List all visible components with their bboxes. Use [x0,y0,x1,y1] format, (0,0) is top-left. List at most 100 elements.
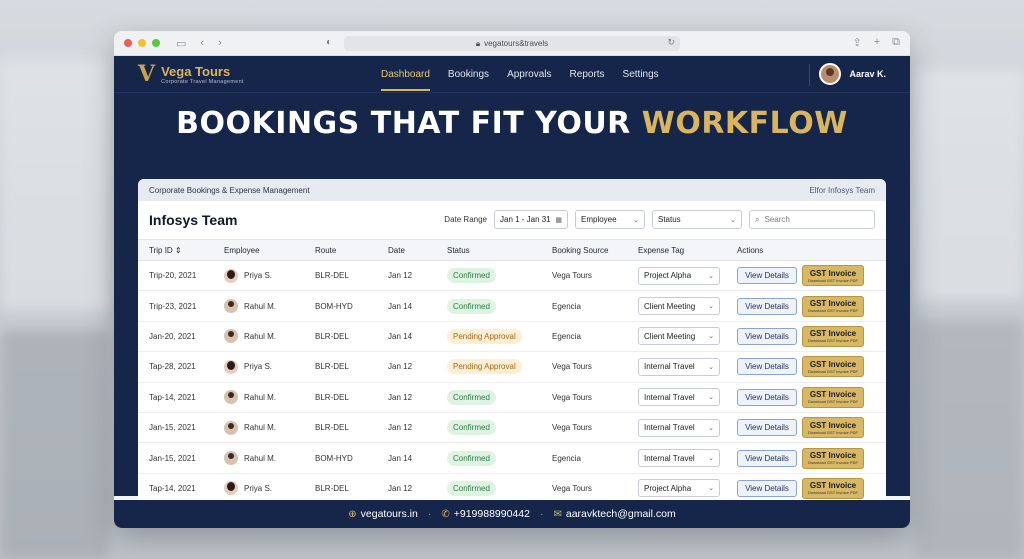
expense-tag-cell: Client Meeting ⌄ [638,321,737,353]
minimize-window-button[interactable] [138,39,146,47]
logo-v-icon: V [138,61,156,87]
expense-tag-select[interactable]: Internal Travel ⌄ [638,449,720,468]
gst-invoice-label: GST Invoice [809,481,857,491]
close-window-button[interactable] [124,39,132,47]
nav-settings[interactable]: Settings [614,56,668,93]
employee-name: Priya S. [244,362,273,372]
chevron-down-icon: ⌄ [708,424,714,432]
nav-bookings[interactable]: Bookings [439,56,498,93]
brand-logo[interactable]: V Vega Tours Corporate Travel Management [138,63,358,85]
gst-invoice-button[interactable]: GST Invoice Download GST Invoice PDF [802,356,864,378]
employee-avatar [224,329,238,344]
team-title: Infosys Team [149,212,238,228]
gst-invoice-button[interactable]: GST Invoice Download GST Invoice PDF [802,325,864,347]
nav-links: Dashboard Bookings Approvals Reports Set… [372,56,668,93]
gst-invoice-button[interactable]: GST Invoice Download GST Invoice PDF [802,386,864,408]
route: BLR-DEL [315,351,388,383]
tabs-overview-icon[interactable]: ⧉ [892,36,900,49]
search-icon: ⌕ [755,214,760,224]
route: BLR-DEL [315,321,388,353]
sidebar-toggle-icon[interactable]: ▭ [176,37,186,50]
expense-tag-select[interactable]: Internal Travel ⌄ [638,388,720,407]
nav-reports[interactable]: Reports [561,56,614,93]
gst-invoice-button[interactable]: GST Invoice Download GST Invoice PDF [802,295,864,317]
expense-tag-select[interactable]: Client Meeting ⌄ [638,297,720,316]
sort-icon[interactable]: ⇕ [175,246,182,255]
booking-source: Egencia [552,290,638,322]
gst-invoice-button[interactable]: GST Invoice Download GST Invoice PDF [802,265,864,287]
date-range-picker[interactable]: Jan 1 - Jan 31 ▦ [494,210,568,229]
status-badge: Pending Approval [447,328,522,344]
employee-cell: Rahul M. [224,321,315,353]
gst-invoice-button[interactable]: GST Invoice Download GST Invoice PDF [802,417,864,439]
expense-tag-cell: Client Meeting ⌄ [638,290,737,322]
gst-invoice-label: GST Invoice [809,390,857,400]
employee-name: Rahul M. [244,331,277,341]
footer-separator: · [539,508,544,520]
gst-invoice-sublabel: Download GST Invoice PDF [808,460,858,466]
employee-filter[interactable]: Employee ⌄ [575,210,645,229]
employee-avatar [224,420,238,435]
gst-invoice-label: GST Invoice [809,451,857,461]
forward-icon[interactable]: › [218,37,222,50]
headline-part1: BOOKINGS THAT FIT YOUR [176,106,642,141]
view-details-button[interactable]: View Details [737,388,797,406]
view-details-button[interactable]: View Details [737,479,797,497]
col-trip-id[interactable]: Trip ID ⇕ [138,239,224,261]
panel-subtitle: Corporate Bookings & Expense Management [149,185,310,195]
reload-icon[interactable]: ↻ [667,37,675,48]
view-details-button[interactable]: View Details [737,267,797,285]
employee-cell: Rahul M. [224,412,315,444]
expense-tag-value: Internal Travel [644,392,695,402]
panel-context: Elfor Infosys Team [809,185,875,195]
gst-invoice-label: GST Invoice [809,359,857,369]
phone-link[interactable]: ✆ +919988990442 [441,508,530,520]
expense-tag-select[interactable]: Project Alpha ⌄ [638,266,720,285]
actions-cell: View Details GST Invoice Download GST Invo… [737,382,886,413]
expense-tag-select[interactable]: Internal Travel ⌄ [638,357,720,376]
view-details-button[interactable]: View Details [737,358,797,376]
expense-tag-select[interactable]: Client Meeting ⌄ [638,327,720,346]
booking-source: Vega Tours [552,412,638,444]
col-date: Date [388,239,447,261]
employee-cell: Priya S. [224,260,315,292]
nav-dashboard[interactable]: Dashboard [372,56,439,93]
search-input[interactable]: ⌕ Search [749,210,875,229]
email-link[interactable]: ✉ aaravktech@gmail.com [553,508,675,520]
view-details-button[interactable]: View Details [737,327,797,345]
share-icon[interactable]: ⇪ [852,36,861,49]
gst-invoice-button[interactable]: GST Invoice Download GST Invoice PDF [802,447,864,469]
expense-tag-value: Internal Travel [644,362,695,372]
status-badge: Confirmed [447,389,496,405]
status-cell: Confirmed [447,260,552,292]
date-range-value: Jan 1 - Jan 31 [500,215,551,224]
new-tab-icon[interactable]: + [874,36,880,49]
chevron-down-icon: ⌄ [708,394,714,402]
shield-icon[interactable]: ◐ [326,37,332,48]
route: BOM-HYD [315,442,388,474]
panel-toolbar: Infosys Team Date Range Jan 1 - Jan 31 ▦… [138,201,886,239]
calendar-icon: ▦ [555,216,562,224]
expense-tag-value: Internal Travel [644,453,695,463]
gst-invoice-button[interactable]: GST Invoice Download GST Invoice PDF [802,477,864,499]
booking-source: Vega Tours [552,382,638,413]
expense-tag-select[interactable]: Project Alpha ⌄ [638,479,720,498]
gst-invoice-label: GST Invoice [809,420,857,430]
view-details-button[interactable]: View Details [737,297,797,315]
expense-tag-select[interactable]: Internal Travel ⌄ [638,418,720,437]
maximize-window-button[interactable] [152,39,160,47]
user-menu[interactable]: Aarav K. [819,63,886,85]
nav-approvals[interactable]: Approvals [498,56,560,93]
view-details-button[interactable]: View Details [737,449,797,467]
website-link[interactable]: ⊕ vegatours.in [348,508,418,520]
trip-date: Jan 12 [388,351,447,383]
expense-tag-value: Client Meeting [644,331,696,341]
view-details-button[interactable]: View Details [737,419,797,437]
expense-tag-cell: Internal Travel ⌄ [638,412,737,444]
actions-cell: View Details GST Invoice Download GST Invo… [737,351,886,383]
status-filter[interactable]: Status ⌄ [652,210,742,229]
table-row: Jan-15, 2021 Rahul M. BOM-HYD Jan 14 Confirm… [138,442,886,474]
window-controls [124,39,160,47]
address-bar[interactable]: 🔒︎ vegatours&travels ↻ [344,36,680,51]
back-icon[interactable]: ‹ [200,37,204,50]
